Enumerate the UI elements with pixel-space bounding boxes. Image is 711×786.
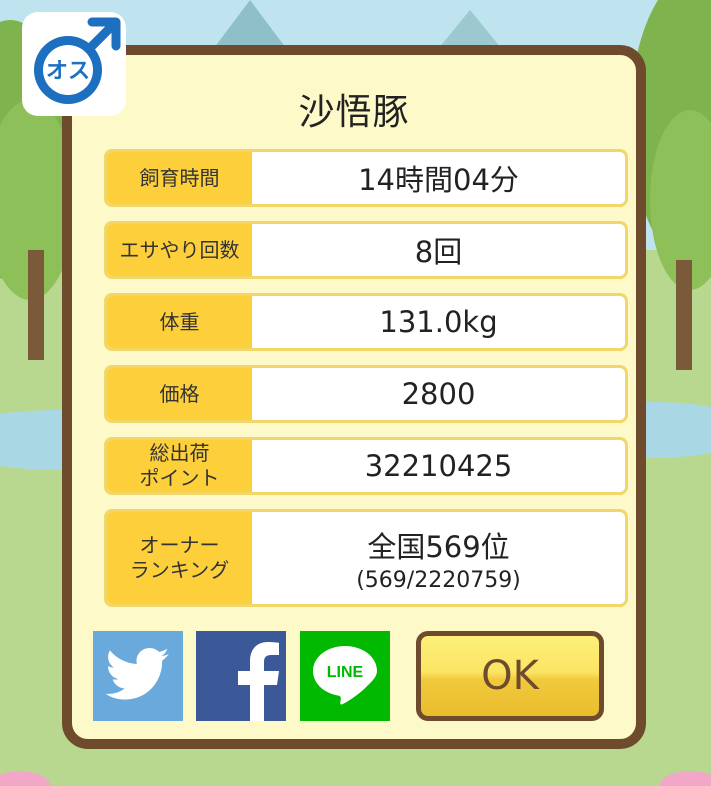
- info-label: 総出荷 ポイント: [107, 440, 252, 492]
- info-value: 8回: [252, 224, 625, 276]
- info-value-text: 14時間04分: [358, 163, 519, 197]
- info-value-text: 2800: [401, 377, 476, 411]
- info-row-owner-ranking: オーナー ランキング 全国569位 (569/2220759): [104, 509, 628, 607]
- ok-button[interactable]: OK: [416, 631, 604, 721]
- pig-info-dialog: 沙悟豚 飼育時間 14時間04分 エサやり回数 8回 体重 131.0kg 価格…: [62, 45, 646, 749]
- line-logo-text: LINE: [327, 664, 364, 681]
- info-label: オーナー ランキング: [107, 512, 252, 604]
- info-value: 2800: [252, 368, 625, 420]
- gender-badge-text: オス: [46, 59, 90, 84]
- facebook-share-button[interactable]: [196, 631, 286, 721]
- info-label: エサやり回数: [107, 224, 252, 276]
- info-label: 体重: [107, 296, 252, 348]
- info-value-text: 8回: [414, 235, 463, 269]
- info-row-feed-count: エサやり回数 8回: [104, 221, 628, 279]
- line-bubble-icon: LINE: [313, 646, 377, 705]
- twitter-share-button[interactable]: [93, 631, 183, 721]
- line-share-button[interactable]: LINE: [300, 631, 390, 721]
- male-symbol-icon: オス: [22, 12, 126, 116]
- info-value-text: 32210425: [364, 449, 513, 483]
- info-value: 131.0kg: [252, 296, 625, 348]
- info-row-price: 価格 2800: [104, 365, 628, 423]
- twitter-bird-icon: [105, 648, 169, 700]
- info-label: 飼育時間: [107, 152, 252, 204]
- info-row-shipping-points: 総出荷 ポイント 32210425: [104, 437, 628, 495]
- info-row-weight: 体重 131.0kg: [104, 293, 628, 351]
- facebook-f-icon: [238, 642, 279, 721]
- ranking-detail: (569/2220759): [356, 567, 521, 593]
- ranking-value: 全国569位: [367, 529, 510, 564]
- info-value: 32210425: [252, 440, 625, 492]
- info-value: 14時間04分: [252, 152, 625, 204]
- info-value-text: 131.0kg: [379, 305, 498, 339]
- info-label: 価格: [107, 368, 252, 420]
- pig-name-title: 沙悟豚: [298, 92, 410, 133]
- info-value: 全国569位 (569/2220759): [252, 512, 625, 604]
- info-row-feeding-time: 飼育時間 14時間04分: [104, 149, 628, 207]
